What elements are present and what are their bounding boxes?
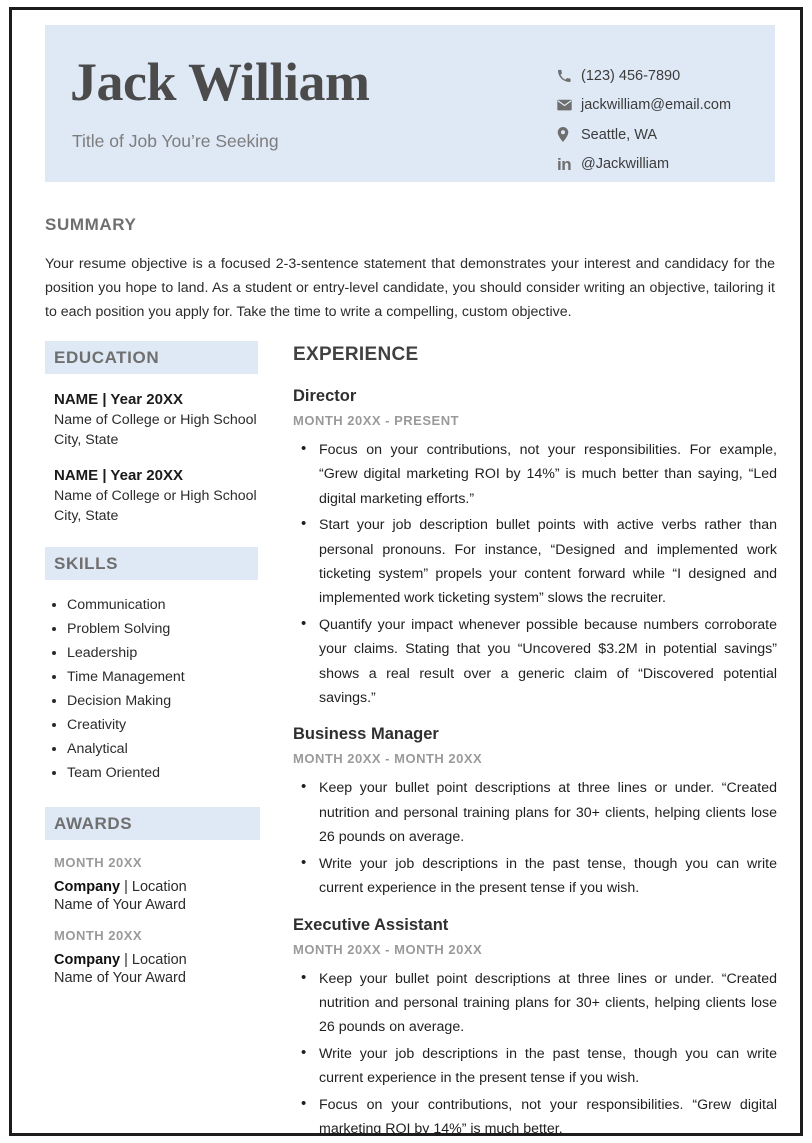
job-date: MONTH 20XX - MONTH 20XX [293, 751, 483, 767]
job-bullet-list: Keep your bullet point descriptions at t… [293, 965, 777, 1133]
phone-icon [557, 69, 581, 83]
education-school: Name of College or High School [54, 412, 257, 428]
summary-heading: SUMMARY [45, 215, 137, 234]
experience-job: Business Manager MONTH 20XX - MONTH 20XX… [293, 725, 777, 900]
experience-job: Executive Assistant MONTH 20XX - MONTH 2… [293, 915, 777, 1134]
contact-row-linkedin[interactable]: in @Jackwilliam [557, 150, 772, 180]
award-location: Location [131, 879, 187, 895]
skill-item: Team Oriented [67, 761, 260, 785]
linkedin-icon: in [557, 154, 572, 174]
linkedin-handle: @Jackwilliam [581, 156, 670, 173]
location-text: Seattle, WA [581, 126, 658, 143]
phone-number: (123) 456-7890 [581, 67, 681, 84]
skills-list: Communication Problem Solving Leadership… [45, 593, 260, 785]
skill-item: Problem Solving [67, 617, 260, 641]
education-location: City, State [54, 507, 119, 524]
award-company-name: Company [54, 879, 121, 895]
candidate-name: Jack William [70, 52, 370, 112]
contact-row-email[interactable]: jackwilliam@email.com [557, 91, 772, 121]
job-bullet: Write your job descriptions in the past … [301, 851, 777, 901]
summary-section: SUMMARY Your resume objective is a focus… [45, 215, 775, 324]
header-band: Jack William Title of Job You’re Seeking… [45, 25, 775, 182]
award-date: MONTH 20XX [54, 855, 143, 870]
job-title: Executive Assistant [293, 915, 449, 934]
education-list: NAME | Year 20XX Name of College or High… [45, 391, 260, 526]
experience-section: EXPERIENCE Director MONTH 20XX - PRESENT… [293, 344, 777, 1134]
resume-page: Jack William Title of Job You’re Seeking… [9, 7, 803, 1136]
education-entry: NAME | Year 20XX Name of College or High… [54, 467, 260, 526]
awards-list: MONTH 20XX Company | Location Name of Yo… [45, 855, 260, 986]
job-bullet: Keep your bullet point descriptions at t… [301, 965, 777, 1040]
job-bullet: Start your job description bullet points… [301, 512, 777, 611]
education-location: City, State [54, 431, 119, 448]
skill-item: Leadership [67, 641, 260, 665]
envelope-icon [557, 99, 581, 111]
education-name: NAME | Year 20XX [54, 391, 183, 408]
skill-item: Decision Making [67, 689, 260, 713]
job-bullet: Keep your bullet point descriptions at t… [301, 775, 777, 849]
resume-content: Jack William Title of Job You’re Seeking… [12, 10, 800, 1133]
job-bullet-list: Focus on your contributions, not your re… [293, 437, 777, 711]
education-heading: EDUCATION [45, 341, 258, 374]
map-pin-icon [557, 127, 581, 143]
left-column: EDUCATION NAME | Year 20XX Name of Colle… [45, 341, 260, 986]
contact-row-phone[interactable]: (123) 456-7890 [557, 61, 772, 91]
job-bullet: Write your job descriptions in the past … [301, 1041, 777, 1091]
job-bullet: Quantify your impact whenever possible b… [301, 612, 777, 711]
job-title: Director [293, 387, 357, 405]
job-date: MONTH 20XX - PRESENT [293, 413, 460, 428]
job-date: MONTH 20XX - MONTH 20XX [293, 941, 483, 957]
award-entry: MONTH 20XX Company | Location Name of Yo… [54, 855, 260, 913]
job-bullet: Focus on your contributions, not your re… [301, 1092, 777, 1133]
experience-job: Director MONTH 20XX - PRESENT Focus on y… [293, 387, 777, 710]
award-company-location: Company | Location [54, 952, 260, 968]
skill-item: Creativity [67, 713, 260, 737]
contact-list: (123) 456-7890 jackwilliam@email.com Sea… [557, 61, 772, 179]
job-title: Business Manager [293, 725, 439, 744]
skill-item: Time Management [67, 665, 260, 689]
summary-text: Your resume objective is a focused 2-3-s… [45, 256, 775, 320]
award-separator: | [120, 879, 132, 895]
experience-heading: EXPERIENCE [293, 344, 419, 365]
email-address: jackwilliam@email.com [581, 97, 732, 114]
award-name: Name of Your Award [54, 897, 186, 913]
skill-item: Analytical [67, 737, 260, 761]
award-company-location: Company | Location [54, 879, 260, 895]
job-bullet: Focus on your contributions, not your re… [301, 437, 777, 511]
award-company-name: Company [54, 952, 121, 968]
candidate-job-title: Title of Job You’re Seeking [72, 131, 279, 151]
education-entry: NAME | Year 20XX Name of College or High… [54, 391, 260, 450]
award-entry: MONTH 20XX Company | Location Name of Yo… [54, 928, 260, 986]
award-separator: | [120, 952, 132, 968]
award-date: MONTH 20XX [54, 928, 143, 943]
skills-heading: SKILLS [45, 547, 258, 580]
awards-heading: AWARDS [45, 807, 260, 840]
education-school: Name of College or High School [54, 488, 257, 504]
award-name: Name of Your Award [54, 970, 186, 986]
job-bullet-list: Keep your bullet point descriptions at t… [293, 775, 777, 901]
contact-row-location[interactable]: Seattle, WA [557, 120, 772, 150]
education-name: NAME | Year 20XX [54, 467, 183, 484]
award-location: Location [131, 952, 187, 968]
skill-item: Communication [67, 593, 260, 617]
